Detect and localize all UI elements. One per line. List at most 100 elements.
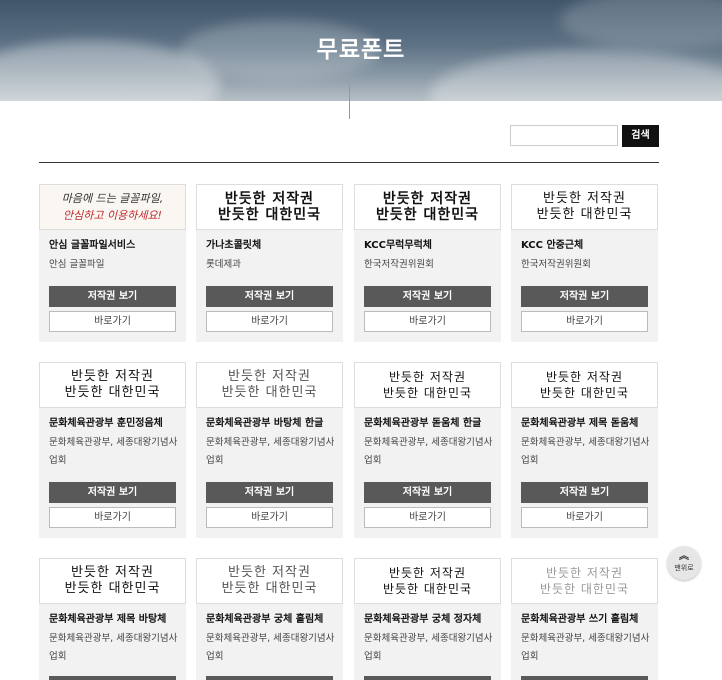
go-link-button[interactable]: 바로가기: [49, 311, 176, 332]
font-maker: 문화체육관광부, 세종대왕기념사업회: [206, 633, 335, 662]
font-preview: 반듯한 저작권 반듯한 대한민국: [354, 184, 501, 230]
page-title: 무료폰트: [316, 37, 406, 63]
view-copyright-button[interactable]: 저작권 보기: [49, 286, 176, 307]
preview-line-2: 반듯한 대한민국: [221, 385, 318, 400]
preview-line-2: 안심하고 이용하세요!: [62, 209, 162, 222]
font-preview: 반듯한 저작권 반듯한 대한민국: [196, 362, 343, 408]
font-name: 문화체육관광부 바탕체 한글: [206, 418, 324, 429]
font-preview: 반듯한 저작권 반듯한 대한민국: [196, 184, 343, 230]
font-maker: 문화체육관광부, 세종대왕기념사업회: [49, 633, 178, 662]
font-card: 반듯한 저작권 반듯한 대한민국 문화체육관광부 돋움체 한글 문화체육관광부,…: [354, 362, 501, 538]
go-link-button[interactable]: 바로가기: [364, 311, 491, 332]
view-copyright-button[interactable]: [206, 676, 333, 680]
font-name: 문화체육관광부 제목 돋움체: [521, 418, 639, 429]
preview-line-1: 반듯한 저작권: [545, 370, 624, 384]
font-card: 반듯한 저작권 반듯한 대한민국 가나초콜릿체 롯데제과 저작권 보기 바로가기: [196, 184, 343, 342]
font-maker: 문화체육관광부, 세종대왕기념사업회: [49, 437, 178, 466]
go-link-button[interactable]: 바로가기: [206, 507, 333, 528]
view-copyright-button[interactable]: [364, 676, 491, 680]
font-name: KCC무럭무럭체: [364, 240, 432, 251]
font-name: 문화체육관광부 돋움체 한글: [364, 418, 482, 429]
font-preview: 반듯한 저작권 반듯한 대한민국: [511, 558, 658, 604]
divider-horizontal: [39, 162, 659, 163]
font-card: 반듯한 저작권 반듯한 대한민국 문화체육관광부 제목 바탕체 문화체육관광부,…: [39, 558, 186, 680]
font-card: 반듯한 저작권 반듯한 대한민국 문화체육관광부 쓰기 흘림체 문화체육관광부,…: [511, 558, 658, 680]
view-copyright-button[interactable]: [49, 676, 176, 680]
view-copyright-button[interactable]: 저작권 보기: [364, 482, 491, 503]
font-preview: 반듯한 저작권 반듯한 대한민국: [196, 558, 343, 604]
preview-line-2: 반듯한 대한민국: [382, 582, 473, 596]
font-name: 문화체육관광부 쓰기 흘림체: [521, 614, 639, 625]
font-name: 가나초콜릿체: [206, 240, 262, 251]
font-maker: 롯데제과: [206, 259, 241, 270]
view-copyright-button[interactable]: 저작권 보기: [364, 286, 491, 307]
preview-line-1: 반듯한 저작권: [543, 191, 626, 206]
font-name: 문화체육관광부 궁체 정자체: [364, 614, 482, 625]
scroll-to-top-button[interactable]: ︽ 맨위로: [667, 546, 701, 580]
font-preview: 반듯한 저작권 반듯한 대한민국: [511, 184, 658, 230]
preview-line-2: 반듯한 대한민국: [64, 385, 161, 400]
font-preview: 반듯한 저작권 반듯한 대한민국: [354, 362, 501, 408]
search-input[interactable]: [510, 125, 618, 146]
preview-line-1: 반듯한 저작권: [388, 370, 467, 384]
double-chevron-up-icon: ︽: [679, 551, 689, 562]
preview-line-2: 반듯한 대한민국: [539, 386, 630, 400]
go-link-button[interactable]: 바로가기: [206, 311, 333, 332]
go-link-button[interactable]: 바로가기: [521, 507, 648, 528]
preview-line-1: 반듯한 저작권: [228, 565, 311, 580]
preview-line-2: 반듯한 대한민국: [375, 207, 480, 223]
search-button[interactable]: 검색: [622, 125, 659, 147]
preview-line-1: 반듯한 저작권: [228, 369, 311, 384]
font-maker: 안심 글꼴파일: [49, 259, 105, 270]
preview-line-1: 마음에 드는 글꼴파일,: [61, 192, 164, 205]
preview-line-2: 반듯한 대한민국: [382, 386, 473, 400]
font-preview: 반듯한 저작권 반듯한 대한민국: [511, 362, 658, 408]
go-link-button[interactable]: 바로가기: [521, 311, 648, 332]
font-card: 반듯한 저작권 반듯한 대한민국 문화체육관광부 훈민정음체 문화체육관광부, …: [39, 362, 186, 538]
view-copyright-button[interactable]: 저작권 보기: [521, 482, 648, 503]
font-maker: 문화체육관광부, 세종대왕기념사업회: [364, 437, 493, 466]
go-link-button[interactable]: 바로가기: [49, 507, 176, 528]
font-maker: 문화체육관광부, 세종대왕기념사업회: [206, 437, 335, 466]
font-card: 반듯한 저작권 반듯한 대한민국 문화체육관광부 제목 돋움체 문화체육관광부,…: [511, 362, 658, 538]
font-maker: 문화체육관광부, 세종대왕기념사업회: [364, 633, 493, 662]
go-link-button[interactable]: 바로가기: [364, 507, 491, 528]
font-preview: 마음에 드는 글꼴파일, 안심하고 이용하세요!: [39, 184, 186, 230]
font-card: 반듯한 저작권 반듯한 대한민국 문화체육관광부 궁체 정자체 문화체육관광부,…: [354, 558, 501, 680]
font-maker: 문화체육관광부, 세종대왕기념사업회: [521, 633, 650, 662]
preview-line-2: 반듯한 대한민국: [217, 207, 322, 223]
font-card: 반듯한 저작권 반듯한 대한민국 문화체육관광부 바탕체 한글 문화체육관광부,…: [196, 362, 343, 538]
preview-line-1: 반듯한 저작권: [388, 566, 467, 580]
font-maker: 문화체육관광부, 세종대왕기념사업회: [521, 437, 650, 466]
preview-line-2: 반듯한 대한민국: [64, 581, 161, 596]
preview-line-1: 반듯한 저작권: [382, 191, 473, 207]
view-copyright-button[interactable]: 저작권 보기: [206, 286, 333, 307]
hero-banner: 무료폰트: [0, 0, 722, 101]
font-name: 문화체육관광부 훈민정음체: [49, 418, 163, 429]
preview-line-1: 반듯한 저작권: [545, 566, 624, 580]
font-card: 반듯한 저작권 반듯한 대한민국 KCC 안중근체 한국저작권위원회 저작권 보…: [511, 184, 658, 342]
preview-line-1: 반듯한 저작권: [224, 191, 315, 207]
font-name: 문화체육관광부 제목 바탕체: [49, 614, 167, 625]
scroll-to-top-label: 맨위로: [674, 564, 694, 572]
preview-line-2: 반듯한 대한민국: [221, 581, 318, 596]
divider-vertical: [349, 85, 350, 119]
preview-line-1: 반듯한 저작권: [71, 565, 154, 580]
font-card: 반듯한 저작권 반듯한 대한민국 KCC무럭무럭체 한국저작권위원회 저작권 보…: [354, 184, 501, 342]
font-maker: 한국저작권위원회: [364, 259, 434, 270]
font-name: 안심 글꼴파일서비스: [49, 240, 136, 251]
preview-line-1: 반듯한 저작권: [71, 369, 154, 384]
font-preview: 반듯한 저작권 반듯한 대한민국: [39, 362, 186, 408]
font-card: 마음에 드는 글꼴파일, 안심하고 이용하세요! 안심 글꼴파일서비스 안심 글…: [39, 184, 186, 342]
font-preview: 반듯한 저작권 반듯한 대한민국: [354, 558, 501, 604]
preview-line-2: 반듯한 대한민국: [539, 582, 630, 596]
font-preview: 반듯한 저작권 반듯한 대한민국: [39, 558, 186, 604]
font-name: 문화체육관광부 궁체 흘림체: [206, 614, 324, 625]
view-copyright-button[interactable]: [521, 676, 648, 680]
view-copyright-button[interactable]: 저작권 보기: [206, 482, 333, 503]
view-copyright-button[interactable]: 저작권 보기: [521, 286, 648, 307]
font-maker: 한국저작권위원회: [521, 259, 591, 270]
font-card: 반듯한 저작권 반듯한 대한민국 문화체육관광부 궁체 흘림체 문화체육관광부,…: [196, 558, 343, 680]
font-name: KCC 안중근체: [521, 240, 584, 251]
view-copyright-button[interactable]: 저작권 보기: [49, 482, 176, 503]
